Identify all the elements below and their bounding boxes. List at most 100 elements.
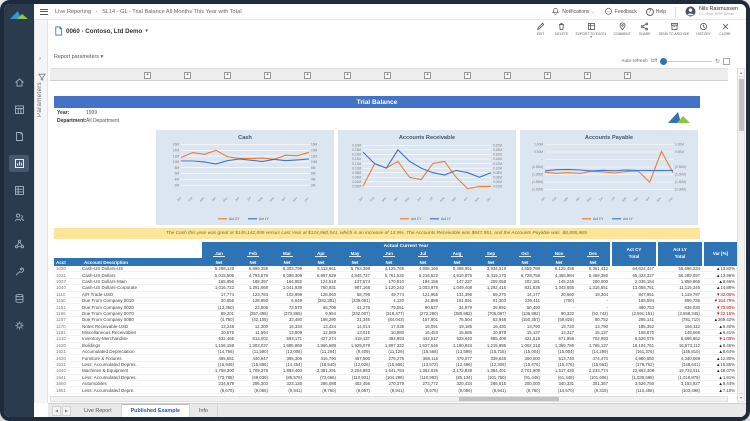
column-expand-button[interactable]: + <box>304 72 311 79</box>
help-button[interactable]: ? Help <box>646 8 666 16</box>
svg-text:0.12M: 0.12M <box>352 162 361 166</box>
act-ly-total-cell: 836,030 <box>658 305 702 310</box>
value-cell: (11,590) <box>236 349 270 354</box>
month-header-mar: Mar <box>270 250 304 258</box>
column-expand-button[interactable]: + <box>424 72 431 79</box>
column-expand-button[interactable]: + <box>384 72 391 79</box>
horizontal-scrollbar[interactable] <box>50 396 728 402</box>
vertical-scrollbar[interactable]: ▴ ▾ <box>737 68 745 402</box>
variance-cell: ▼22.15% <box>704 311 737 316</box>
sheet-tab-info[interactable]: Info <box>190 404 218 417</box>
close-button[interactable]: CLOSE <box>718 22 732 38</box>
svg-text:1.00M: 1.00M <box>675 143 684 147</box>
act-cy-total-cell: 185,594 <box>612 298 656 303</box>
send-to-archive-button[interactable]: SEND TO ARCHIVE <box>659 22 689 38</box>
sidebar-item-settings[interactable] <box>9 317 29 334</box>
sidebar-item-users[interactable] <box>9 209 29 226</box>
bell-icon <box>551 7 560 16</box>
sidebar-item-apps[interactable] <box>9 101 29 118</box>
value-cell: (101,606) <box>576 375 610 380</box>
column-expand-button[interactable]: + <box>224 72 231 79</box>
document-selector[interactable]: 0060 - Contoso, Ltd Demo ▾ <box>54 26 148 36</box>
column-expand-button[interactable]: + <box>504 72 511 79</box>
share-button[interactable]: SHARE <box>638 22 652 38</box>
scrollbar-thumb[interactable] <box>459 397 559 401</box>
sidebar-item-home[interactable] <box>9 74 29 91</box>
act-ly-total-cell: 55,696,234 <box>658 266 702 271</box>
value-cell: 4,465,984 <box>542 273 576 278</box>
value-cell: 6,125,456 <box>542 266 576 271</box>
svg-text:Jul: Jul <box>610 196 616 202</box>
sheet-tab-live-report[interactable]: Live Report <box>75 404 122 417</box>
svg-text:(0.50M): (0.50M) <box>532 165 543 169</box>
description-cell: Cash-US Dollars <box>82 273 202 278</box>
svg-text:2M: 2M <box>311 183 316 187</box>
act-ly-total-cell: 1,119,797 <box>658 292 702 297</box>
tab-scroll-left-icon[interactable]: ◀ <box>52 406 61 416</box>
app-logo[interactable] <box>9 8 29 26</box>
feedback-button[interactable]: Feedback <box>604 7 637 16</box>
scroll-up-icon[interactable]: ▴ <box>738 69 744 77</box>
value-cell: 1,362,026 <box>406 368 440 373</box>
expand-panel-icon[interactable]: › <box>39 56 41 62</box>
tab-scroll-right-icon[interactable]: ▶ <box>62 406 71 416</box>
sidebar-item-tools[interactable] <box>9 263 29 280</box>
column-expand-button[interactable]: + <box>264 72 271 79</box>
act-cy-total-cell: (178,762) <box>612 362 656 367</box>
parameters-panel[interactable]: › Parameters <box>34 20 48 403</box>
value-cell: 1,016,722 <box>202 285 236 290</box>
edit-button[interactable]: EDIT <box>534 22 548 38</box>
column-expand-button[interactable]: + <box>344 72 351 79</box>
history-button[interactable]: HISTORY <box>696 22 711 38</box>
value-cell: (15,476) <box>542 362 576 367</box>
sidebar-item-documents[interactable] <box>9 128 29 145</box>
value-cell: (91,448) <box>508 375 542 380</box>
delete-button[interactable]: DELETE <box>555 22 569 38</box>
scrollbar-thumb[interactable] <box>739 79 744 131</box>
svg-text:Jan: Jan <box>176 196 182 202</box>
svg-text:(2.00M): (2.00M) <box>532 188 543 192</box>
column-expand-button[interactable]: + <box>184 72 191 79</box>
sidebar-item-storage[interactable] <box>9 290 29 307</box>
column-expand-button[interactable]: + <box>464 72 471 79</box>
variance-cell: ▲12.80% <box>704 356 737 361</box>
act-ly-total-cell: 56,289,097 <box>658 273 702 278</box>
report-meta: Year:1999 Department:All Department <box>54 108 700 128</box>
fullscreen-icon[interactable] <box>723 58 730 65</box>
column-expand-button[interactable]: + <box>144 72 151 79</box>
description-cell: Cash-US Dollars-US <box>82 266 202 271</box>
value-cell: (4,750) <box>202 317 236 322</box>
export-to-excel-button[interactable]: EXPORT TO EXCEL▾ <box>576 22 607 38</box>
svg-text:May: May <box>404 196 411 203</box>
menu-icon[interactable] <box>40 9 48 15</box>
column-expand-button[interactable]: + <box>544 72 551 79</box>
value-cell: 102,999 <box>270 292 304 297</box>
svg-text:May: May <box>586 196 593 203</box>
value-cell: 91,303 <box>474 298 508 303</box>
notifications-button[interactable]: Notifications ⌄ <box>551 7 595 16</box>
value-cell: (12,486) <box>440 362 474 367</box>
scroll-down-icon[interactable]: ▾ <box>738 393 744 401</box>
value-cell: 273,772 <box>406 381 440 386</box>
sheet-tab-published-example[interactable]: Published Example <box>122 404 190 417</box>
feedback-label: Feedback <box>615 9 637 15</box>
value-cell: (110,993) <box>406 375 440 380</box>
value-cell: 5,761,532 <box>372 273 406 278</box>
refresh-icon[interactable]: ↻ <box>715 58 720 65</box>
acct-cell: 1030 <box>54 266 82 271</box>
sidebar-item-connections[interactable] <box>9 236 29 253</box>
sidebar-item-reports[interactable] <box>9 155 29 172</box>
description-cell: Due From Company 0010 <box>82 298 202 303</box>
svg-text:Act LY: Act LY <box>441 217 451 221</box>
value-cell: 128,060 <box>304 292 338 297</box>
column-expand-button[interactable]: + <box>624 72 631 79</box>
breadcrumb-root[interactable]: Live Reporting <box>55 9 91 15</box>
sidebar-item-tables[interactable] <box>9 182 29 199</box>
column-expand-button[interactable]: + <box>584 72 591 79</box>
auto-refresh-slider[interactable] <box>660 60 712 64</box>
user-menu[interactable]: Nils Rasmussen CL View, ERP Demo <box>685 6 738 17</box>
value-cell: 6,361,412 <box>576 266 610 271</box>
comment-button[interactable]: COMMENT <box>614 22 631 38</box>
acct-cell: 1210 <box>54 336 82 341</box>
report-parameters-toggle[interactable]: Report parameters ▾ <box>54 54 103 60</box>
